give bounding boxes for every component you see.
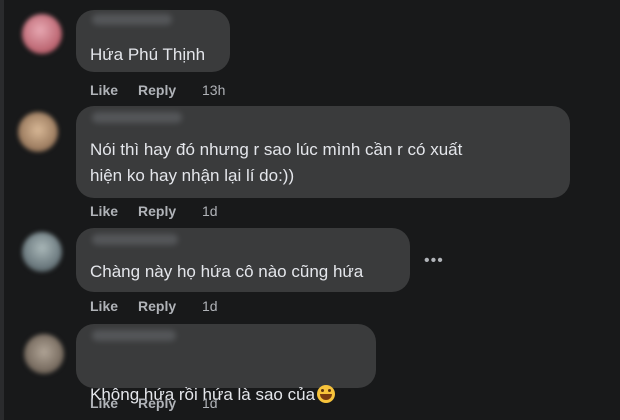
comment-text: Chàng này họ hứa cô nào cũng hứa bbox=[90, 262, 364, 281]
avatar[interactable] bbox=[18, 112, 58, 152]
avatar[interactable] bbox=[22, 14, 62, 54]
grinning-sweat-emoji-icon bbox=[317, 385, 336, 403]
avatar[interactable] bbox=[22, 232, 62, 272]
timestamp[interactable]: 1d bbox=[202, 395, 218, 411]
timestamp[interactable]: 13h bbox=[202, 82, 225, 98]
timestamp[interactable]: 1d bbox=[202, 203, 218, 219]
reply-button[interactable]: Reply bbox=[138, 395, 176, 411]
comment-text: Hứa Phú Thịnh bbox=[90, 45, 206, 64]
like-button[interactable]: Like bbox=[90, 298, 118, 314]
reply-button[interactable]: Reply bbox=[138, 82, 176, 98]
timestamp[interactable]: 1d bbox=[202, 298, 218, 314]
like-button[interactable]: Like bbox=[90, 82, 118, 98]
author-name-blurred bbox=[92, 112, 182, 123]
author-name-blurred bbox=[92, 14, 172, 25]
comment-text: Nói thì hay đó nhưng r sao lúc mình cần … bbox=[90, 140, 463, 185]
reply-button[interactable]: Reply bbox=[138, 203, 176, 219]
like-button[interactable]: Like bbox=[90, 395, 118, 411]
more-options-icon[interactable]: ••• bbox=[424, 252, 444, 270]
reply-button[interactable]: Reply bbox=[138, 298, 176, 314]
author-name-blurred bbox=[92, 234, 178, 245]
left-edge bbox=[0, 0, 4, 420]
author-name-blurred bbox=[92, 330, 176, 341]
like-button[interactable]: Like bbox=[90, 203, 118, 219]
avatar[interactable] bbox=[24, 334, 64, 374]
